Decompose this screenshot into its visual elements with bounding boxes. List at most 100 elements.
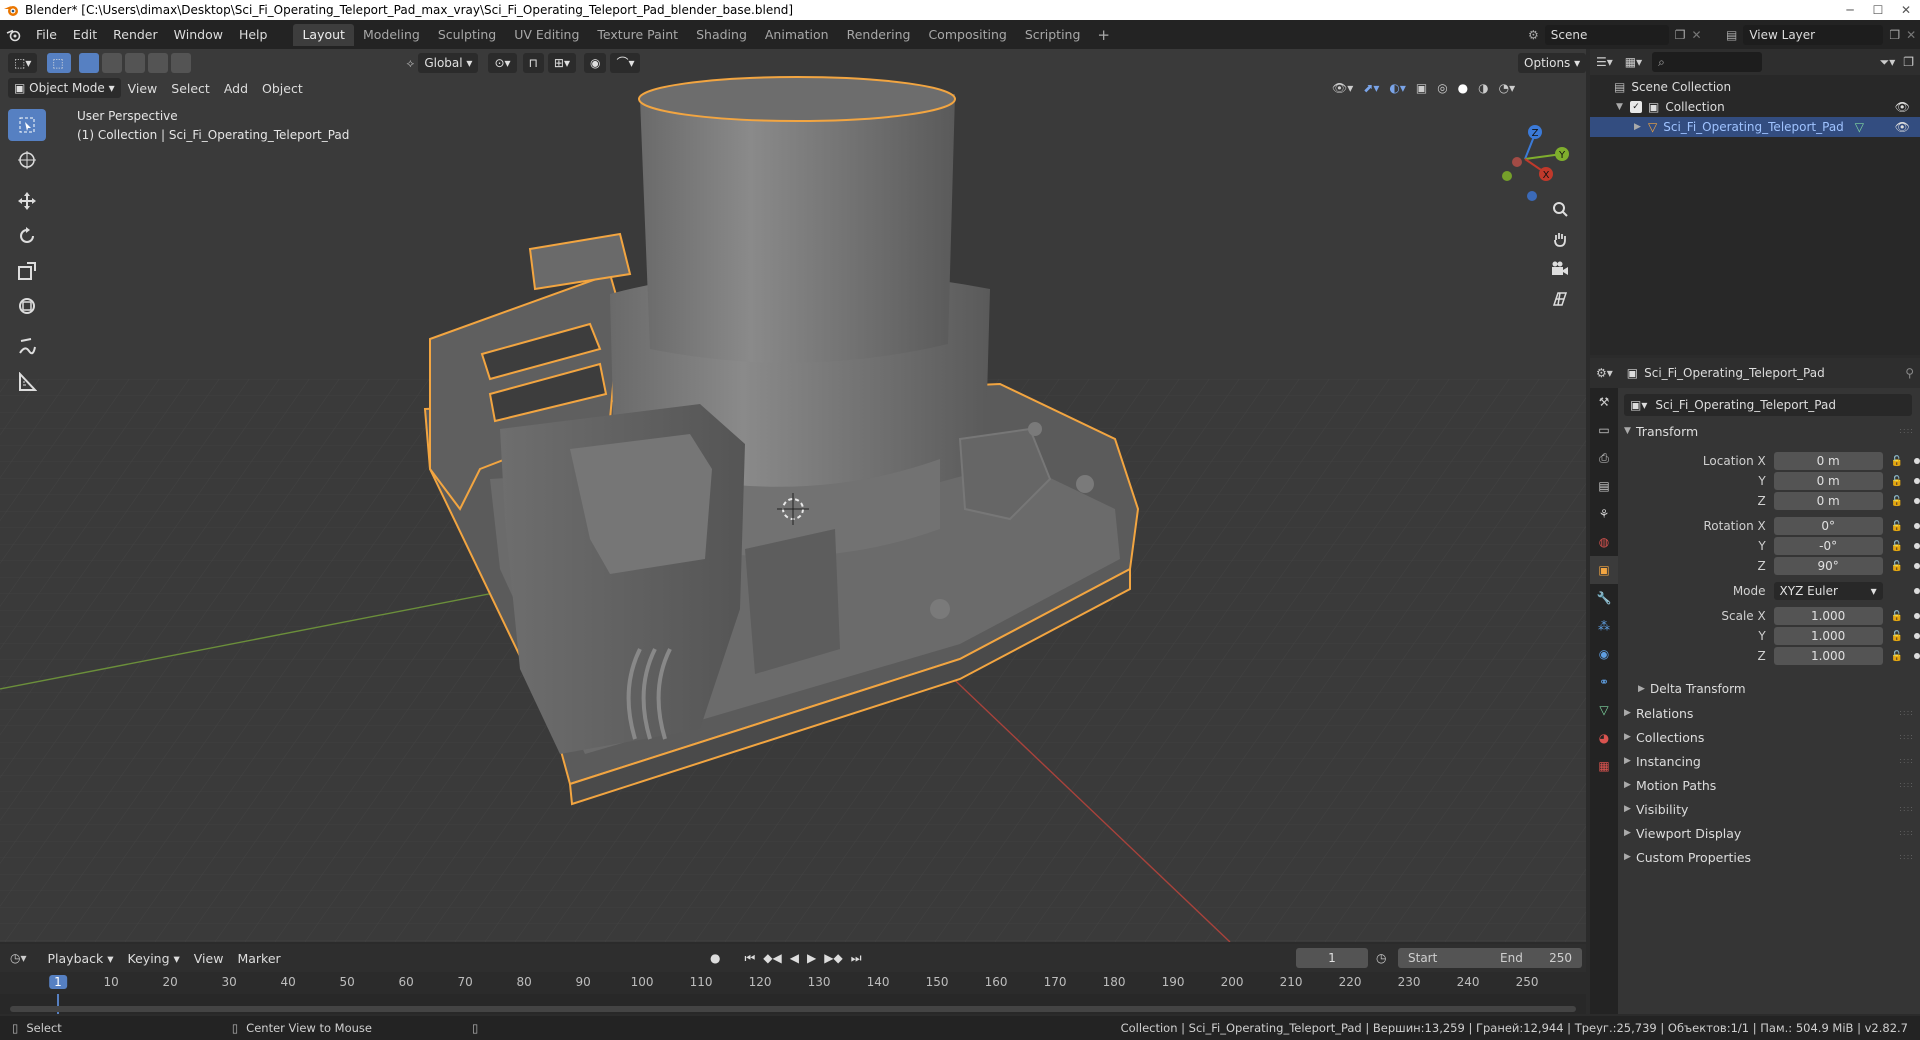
menu-render[interactable]: Render bbox=[105, 20, 166, 49]
menu-help[interactable]: Help bbox=[231, 20, 276, 49]
particles-tab-icon[interactable]: ⁂ bbox=[1590, 612, 1618, 640]
object-mode-dropdown[interactable]: ▣ Object Mode ▾ bbox=[8, 78, 121, 98]
navigation-gizmo[interactable]: Z Y X bbox=[1480, 114, 1570, 204]
rotation-z-lock-icon[interactable]: 🔓 bbox=[1891, 561, 1905, 572]
delta-transform-subpanel[interactable]: ▶ Delta Transform bbox=[1638, 678, 1746, 700]
relations-drag-grip[interactable]: :::: bbox=[1899, 708, 1914, 717]
output-tab-icon[interactable]: ⎙ bbox=[1590, 444, 1618, 472]
render-tab-icon[interactable]: ▭ bbox=[1590, 416, 1618, 444]
scale-z-lock-icon[interactable]: 🔓 bbox=[1891, 651, 1905, 662]
scale-x-lock-icon[interactable]: 🔓 bbox=[1891, 611, 1905, 622]
material-tab-icon[interactable]: ◕ bbox=[1590, 724, 1618, 752]
rotation-y-lock-icon[interactable]: 🔓 bbox=[1891, 541, 1905, 552]
scene-name-field[interactable]: Scene bbox=[1544, 24, 1669, 45]
blender-menu-icon[interactable] bbox=[0, 28, 28, 42]
timeline-menu-view[interactable]: View bbox=[187, 951, 231, 966]
collections-drag-grip[interactable]: :::: bbox=[1899, 732, 1914, 741]
viewport-menu-object[interactable]: Object bbox=[255, 81, 310, 96]
tab-animation[interactable]: Animation bbox=[756, 24, 838, 46]
remove-view-layer-icon[interactable]: ✕ bbox=[1906, 28, 1916, 42]
filter-icon[interactable]: ⏷▾ bbox=[1880, 55, 1896, 70]
current-frame-field[interactable]: 1 bbox=[1296, 948, 1368, 968]
rendered-shading-icon[interactable]: ◔▾ bbox=[1499, 81, 1516, 95]
select-extend-icon[interactable] bbox=[102, 53, 123, 73]
scene-selector[interactable]: ⚙ Scene ❐ ✕ bbox=[1528, 23, 1702, 46]
view-layer-name-field[interactable]: View Layer bbox=[1743, 24, 1884, 45]
timeline-menu-keying[interactable]: Keying ▾ bbox=[121, 951, 187, 966]
gizmo-neg-x-icon[interactable] bbox=[1512, 157, 1522, 167]
world-tab-icon[interactable]: ◍ bbox=[1590, 528, 1618, 556]
remove-scene-icon[interactable]: ✕ bbox=[1692, 28, 1702, 42]
add-workspace-button[interactable]: + bbox=[1089, 26, 1118, 44]
outliner-row-collection[interactable]: ▼ ✓ ▣ Collection 👁 bbox=[1590, 97, 1920, 117]
rotation-x-lock-icon[interactable]: 🔓 bbox=[1891, 521, 1905, 532]
instancing-panel-header[interactable]: ▶ Instancing bbox=[1624, 750, 1701, 772]
visibility-panel-header[interactable]: ▶ Visibility bbox=[1624, 798, 1688, 820]
rotation-x-field[interactable]: 0° bbox=[1773, 517, 1883, 535]
physics-tab-icon[interactable]: ◉ bbox=[1590, 640, 1618, 668]
pivot-point-icon[interactable]: ⊙▾ bbox=[488, 53, 517, 73]
scale-z-keyframe-icon[interactable] bbox=[1914, 653, 1920, 659]
viewport-menu-select[interactable]: Select bbox=[164, 81, 217, 96]
new-scene-icon[interactable]: ❐ bbox=[1675, 28, 1686, 42]
new-view-layer-icon[interactable]: ❐ bbox=[1889, 28, 1900, 42]
visibility-drag-grip[interactable]: :::: bbox=[1899, 804, 1914, 813]
tab-shading[interactable]: Shading bbox=[687, 24, 756, 46]
rotation-z-field[interactable]: 90° bbox=[1773, 557, 1883, 575]
timeline-ruler[interactable]: 1 10 20 30 40 50 60 70 80 90 100 110 120 130 140 150 160… bbox=[0, 972, 1586, 994]
scene-tab-icon[interactable]: ⚘ bbox=[1590, 500, 1618, 528]
gizmo-toggle-icon[interactable]: ⬈▾ bbox=[1363, 81, 1379, 95]
custom-properties-panel-header[interactable]: ▶ Custom Properties bbox=[1624, 846, 1751, 868]
timeline-menu-marker[interactable]: Marker bbox=[230, 951, 287, 966]
gizmo-neg-z-icon[interactable] bbox=[1527, 191, 1537, 201]
snap-target-icon[interactable]: ⊞▾ bbox=[547, 53, 576, 73]
display-mode-icon[interactable]: ▦▾ bbox=[1625, 55, 1642, 69]
collection-visibility-icon[interactable]: 👁 bbox=[1895, 100, 1910, 114]
camera-view-icon[interactable] bbox=[1546, 255, 1574, 283]
object-tab-icon[interactable]: ▣ bbox=[1590, 556, 1618, 584]
orientation-dropdown[interactable]: Global ▾ bbox=[418, 53, 479, 73]
location-x-field[interactable]: 0 m bbox=[1773, 452, 1883, 470]
outliner-editor-type-icon[interactable]: ☰▾ bbox=[1596, 55, 1613, 69]
tab-texture-paint[interactable]: Texture Paint bbox=[588, 24, 687, 46]
record-icon[interactable]: ● bbox=[710, 951, 720, 965]
tab-uv-editing[interactable]: UV Editing bbox=[505, 24, 588, 46]
scale-z-field[interactable]: 1.000 bbox=[1773, 647, 1883, 665]
tab-layout[interactable]: Layout bbox=[293, 23, 354, 46]
select-new-icon[interactable] bbox=[79, 53, 100, 73]
select-invert-icon[interactable] bbox=[148, 53, 169, 73]
end-frame-field[interactable]: End 250 bbox=[1490, 948, 1582, 968]
rotate-tool-icon[interactable] bbox=[8, 220, 46, 252]
motion-paths-drag-grip[interactable]: :::: bbox=[1899, 780, 1914, 789]
view-layer-tab-icon[interactable]: ▤ bbox=[1590, 472, 1618, 500]
tab-modeling[interactable]: Modeling bbox=[354, 24, 429, 46]
maximize-button[interactable]: ☐ bbox=[1864, 0, 1892, 20]
jump-end-icon[interactable]: ⏭ bbox=[851, 951, 862, 966]
outliner-search-input[interactable]: ⌕ bbox=[1652, 52, 1763, 72]
scale-tool-icon[interactable] bbox=[8, 255, 46, 287]
location-y-field[interactable]: 0 m bbox=[1773, 472, 1883, 490]
outliner-row-teleport-pad[interactable]: ▶ ▽ Sci_Fi_Operating_Teleport_Pad ▽ 👁 bbox=[1590, 117, 1920, 137]
timeline-menu-playback[interactable]: Playback ▾ bbox=[41, 951, 121, 966]
location-x-keyframe-icon[interactable] bbox=[1914, 458, 1920, 464]
collections-panel-header[interactable]: ▶ Collections bbox=[1624, 726, 1704, 748]
tab-scripting[interactable]: Scripting bbox=[1016, 24, 1090, 46]
viewport-display-panel-header[interactable]: ▶ Viewport Display bbox=[1624, 822, 1741, 844]
viewport-menu-add[interactable]: Add bbox=[217, 81, 255, 96]
tab-compositing[interactable]: Compositing bbox=[919, 24, 1015, 46]
timeline-scrollbar[interactable] bbox=[10, 1006, 1576, 1012]
collection-expand-icon[interactable]: ▼ bbox=[1616, 102, 1630, 112]
close-button[interactable]: ✕ bbox=[1892, 0, 1920, 20]
menu-file[interactable]: File bbox=[28, 20, 65, 49]
location-z-field[interactable]: 0 m bbox=[1773, 492, 1883, 510]
proportional-falloff-icon[interactable]: ⌒▾ bbox=[610, 53, 641, 73]
outliner-row-scene-collection[interactable]: ▤ Scene Collection bbox=[1590, 77, 1920, 97]
scale-x-field[interactable]: 1.000 bbox=[1773, 607, 1883, 625]
snap-icon[interactable]: ⊓ bbox=[522, 53, 544, 73]
select-subtract-icon[interactable] bbox=[125, 53, 146, 73]
location-x-lock-icon[interactable]: 🔓 bbox=[1891, 456, 1905, 467]
annotate-tool-icon[interactable] bbox=[8, 331, 46, 363]
jump-start-icon[interactable]: ⏮ bbox=[744, 951, 755, 966]
scale-y-field[interactable]: 1.000 bbox=[1773, 627, 1883, 645]
editor-type-selector[interactable]: ⬚▾ bbox=[8, 53, 38, 73]
